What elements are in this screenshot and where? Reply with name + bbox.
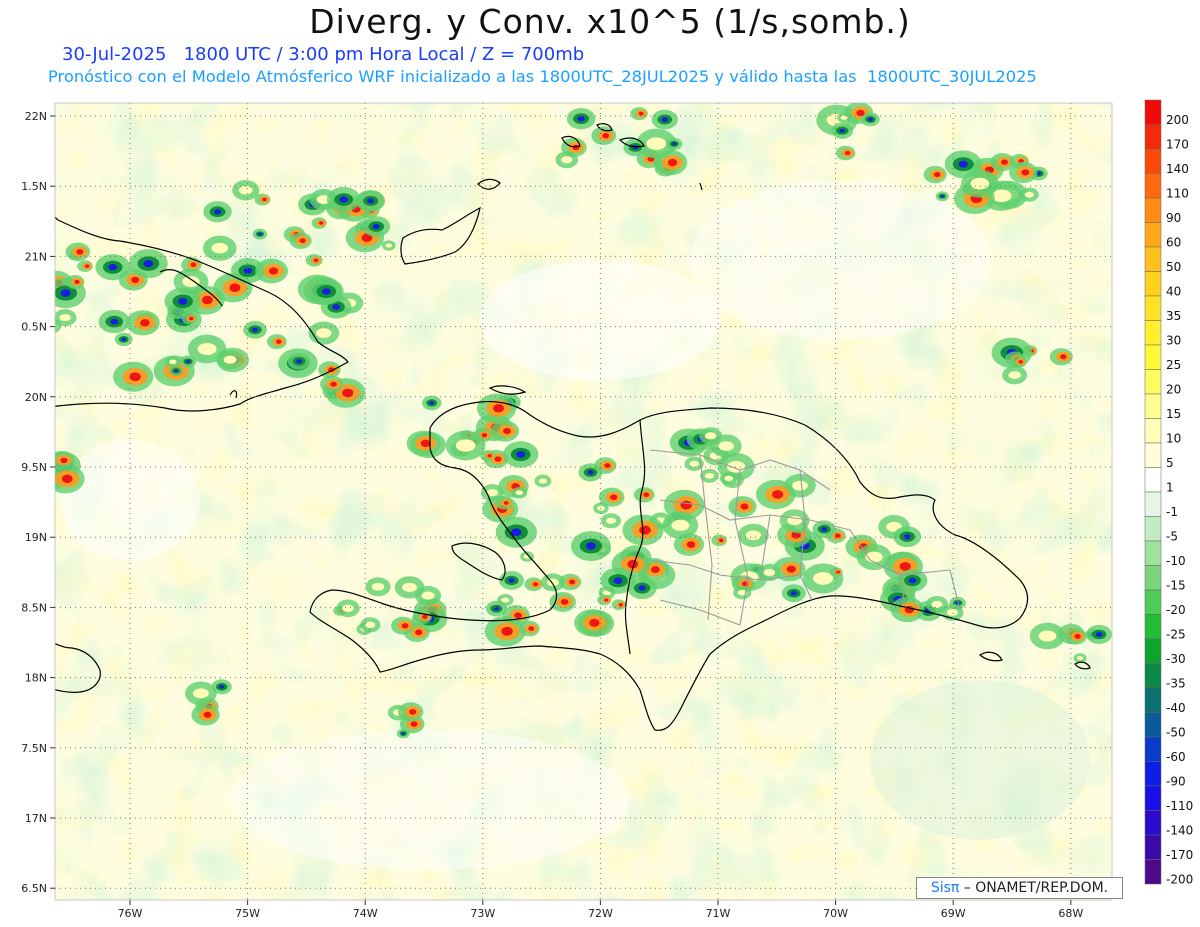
colorbar-label: -40 [1166, 701, 1186, 715]
lat-tick-label: 22N [25, 110, 47, 123]
colorbar-label: -35 [1166, 677, 1186, 691]
colorbar-swatch [1144, 295, 1162, 321]
divergence-map: 22N 1.5N 21N 0.5N 20N 9.5N 19N 8.5N 18N 7.5N 17N 6.… [21, 99, 1193, 920]
lon-tick-label: 74W [353, 907, 378, 920]
colorbar-swatch [1144, 589, 1162, 615]
colorbar-label: 90 [1166, 211, 1181, 225]
lat-tick-label: 17N [25, 812, 47, 825]
lat-tick-label: 21N [25, 250, 47, 263]
lon-tick-label: 68W [1058, 907, 1083, 920]
colorbar-swatch [1144, 369, 1162, 395]
colorbar-swatch [1144, 442, 1162, 468]
colorbar-swatch [1144, 810, 1162, 836]
colorbar-label: -25 [1166, 628, 1186, 642]
colorbar-swatch [1144, 246, 1162, 272]
lat-tick-label: 18N [25, 672, 47, 685]
colorbar-swatch [1144, 712, 1162, 738]
colorbar-swatch [1144, 687, 1162, 713]
colorbar-label: 40 [1166, 285, 1181, 299]
colorbar-swatch [1144, 344, 1162, 370]
colorbar-label: -1 [1166, 505, 1178, 519]
longitude-axis: 76W 75W 74W 73W 72W 71W 70W 69W 68W [118, 900, 1083, 920]
colorbar-label: 30 [1166, 334, 1181, 348]
colorbar-label: 20 [1166, 383, 1181, 397]
colorbar-label: 25 [1166, 358, 1181, 372]
colorbar-label: -5 [1166, 530, 1178, 544]
colorbar-swatch [1144, 834, 1162, 860]
colorbar-swatch [1144, 540, 1162, 566]
colorbar-swatch [1144, 173, 1162, 199]
lat-tick-label: 7.5N [21, 742, 47, 755]
colorbar-label: -30 [1166, 652, 1186, 666]
colorbar-swatch [1144, 99, 1162, 125]
lat-tick-label: 8.5N [21, 601, 47, 614]
colorbar-swatch [1144, 761, 1162, 787]
colorbar-label: 1 [1166, 481, 1174, 495]
colorbar-label: 15 [1166, 407, 1181, 421]
colorbar-label: -20 [1166, 603, 1186, 617]
lat-tick-label: 6.5N [21, 882, 47, 895]
colorbar-swatch [1144, 124, 1162, 150]
colorbar-swatch [1144, 393, 1162, 419]
colorbar-swatch [1144, 565, 1162, 591]
colorbar-swatch [1144, 418, 1162, 444]
colorbar-swatch [1144, 736, 1162, 762]
lat-tick-label: 9.5N [21, 461, 47, 474]
colorbar-swatch [1144, 516, 1162, 542]
colorbar-swatch [1144, 148, 1162, 174]
colorbar-label: -60 [1166, 750, 1186, 764]
colorbar-label: -140 [1166, 824, 1193, 838]
lon-tick-label: 75W [235, 907, 260, 920]
colorbar-label: -90 [1166, 775, 1186, 789]
colorbar-label: -50 [1166, 726, 1186, 740]
colorbar-swatch [1144, 197, 1162, 223]
colorbar: 200 170 140 110 90 60 50 40 35 30 25 20 15 10 5 1 -1 -5 -1… [1144, 99, 1193, 887]
credit-org: – ONAMET/REP.DOM. [959, 880, 1109, 896]
colorbar-swatch [1144, 859, 1162, 885]
colorbar-label: 200 [1166, 113, 1189, 127]
colorbar-swatch [1144, 491, 1162, 517]
colorbar-label: 170 [1166, 138, 1189, 152]
lon-tick-label: 76W [118, 907, 143, 920]
lon-tick-label: 70W [823, 907, 848, 920]
lon-tick-label: 71W [706, 907, 731, 920]
colorbar-swatch [1144, 663, 1162, 689]
lat-tick-label: 1.5N [21, 180, 47, 193]
lat-tick-label: 19N [25, 531, 47, 544]
colorbar-label: 140 [1166, 162, 1189, 176]
colorbar-label: 5 [1166, 456, 1174, 470]
lat-tick-label: 20N [25, 391, 47, 404]
colorbar-swatch [1144, 271, 1162, 297]
colorbar-label: -200 [1166, 873, 1193, 887]
colorbar-swatch [1144, 467, 1162, 493]
field-layer [55, 103, 1112, 900]
colorbar-label: -10 [1166, 554, 1186, 568]
latitude-axis: 22N 1.5N 21N 0.5N 20N 9.5N 19N 8.5N 18N 7.5N 17N 6.… [21, 110, 55, 895]
colorbar-swatch [1144, 638, 1162, 664]
colorbar-label: -15 [1166, 579, 1186, 593]
lon-tick-label: 73W [470, 907, 495, 920]
lat-tick-label: 0.5N [21, 321, 47, 334]
lon-tick-label: 72W [588, 907, 613, 920]
lon-tick-label: 69W [941, 907, 966, 920]
credit-box: Sisπ – ONAMET/REP.DOM. [916, 877, 1123, 899]
credit-brand: Sisπ [930, 880, 960, 896]
colorbar-label: -170 [1166, 848, 1193, 862]
colorbar-label: 110 [1166, 187, 1189, 201]
colorbar-swatch [1144, 320, 1162, 346]
colorbar-label: 60 [1166, 236, 1181, 250]
colorbar-label: 10 [1166, 432, 1181, 446]
colorbar-swatch [1144, 614, 1162, 640]
colorbar-swatch [1144, 222, 1162, 248]
colorbar-label: 35 [1166, 309, 1181, 323]
colorbar-swatch [1144, 785, 1162, 811]
colorbar-label: 50 [1166, 260, 1181, 274]
colorbar-label: -110 [1166, 799, 1193, 813]
